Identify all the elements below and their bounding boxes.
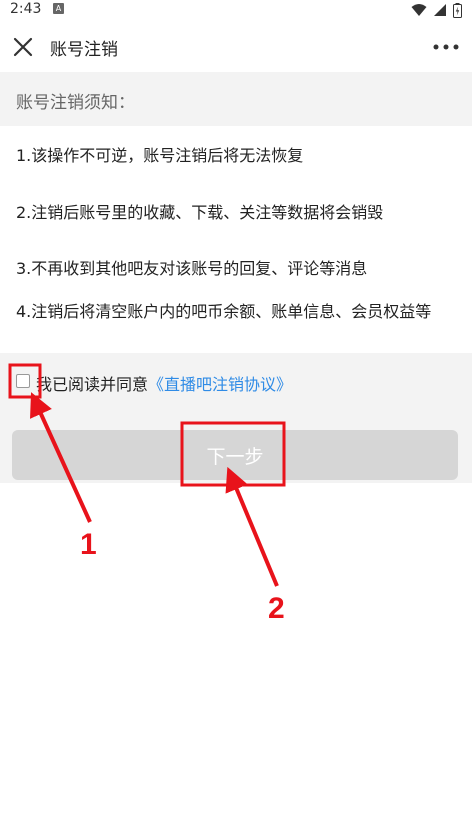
status-bar: 2:43 A	[0, 0, 472, 20]
notification-badge-icon: A	[53, 3, 64, 14]
agree-checkbox[interactable]	[16, 374, 30, 388]
app-bar: 账号注销	[0, 24, 472, 70]
notice-item-4: 4.注销后将清空账户内的吧币余额、账单信息、会员权益等	[16, 302, 432, 321]
notice-item-1: 1.该操作不可逆，账号注销后将无法恢复	[16, 146, 304, 165]
more-icon[interactable]	[432, 38, 460, 56]
agree-label: 我已阅读并同意《直播吧注销协议》	[36, 371, 292, 395]
next-step-button[interactable]: 下一步	[12, 430, 458, 480]
notice-header-text: 账号注销须知：	[16, 93, 135, 113]
status-time: 2:43	[10, 1, 42, 17]
close-icon[interactable]	[12, 36, 34, 58]
status-icons	[411, 2, 462, 18]
battery-icon	[453, 2, 462, 18]
signal-icon	[434, 4, 446, 16]
agree-text: 我已阅读并同意	[36, 375, 149, 394]
agreement-link[interactable]: 《直播吧注销协议》	[148, 375, 292, 394]
wifi-icon	[411, 4, 427, 16]
annotation-label-2: 2	[268, 592, 285, 625]
notice-item-3: 3.不再收到其他吧友对该账号的回复、评论等消息	[16, 259, 368, 278]
page-title: 账号注销	[50, 40, 118, 60]
notice-item-2: 2.注销后账号里的收藏、下载、关注等数据将会销毁	[16, 203, 384, 222]
notice-header: 账号注销须知：	[0, 72, 472, 126]
annotation-label-1: 1	[80, 528, 97, 561]
annotation-arrow-2	[225, 466, 279, 587]
